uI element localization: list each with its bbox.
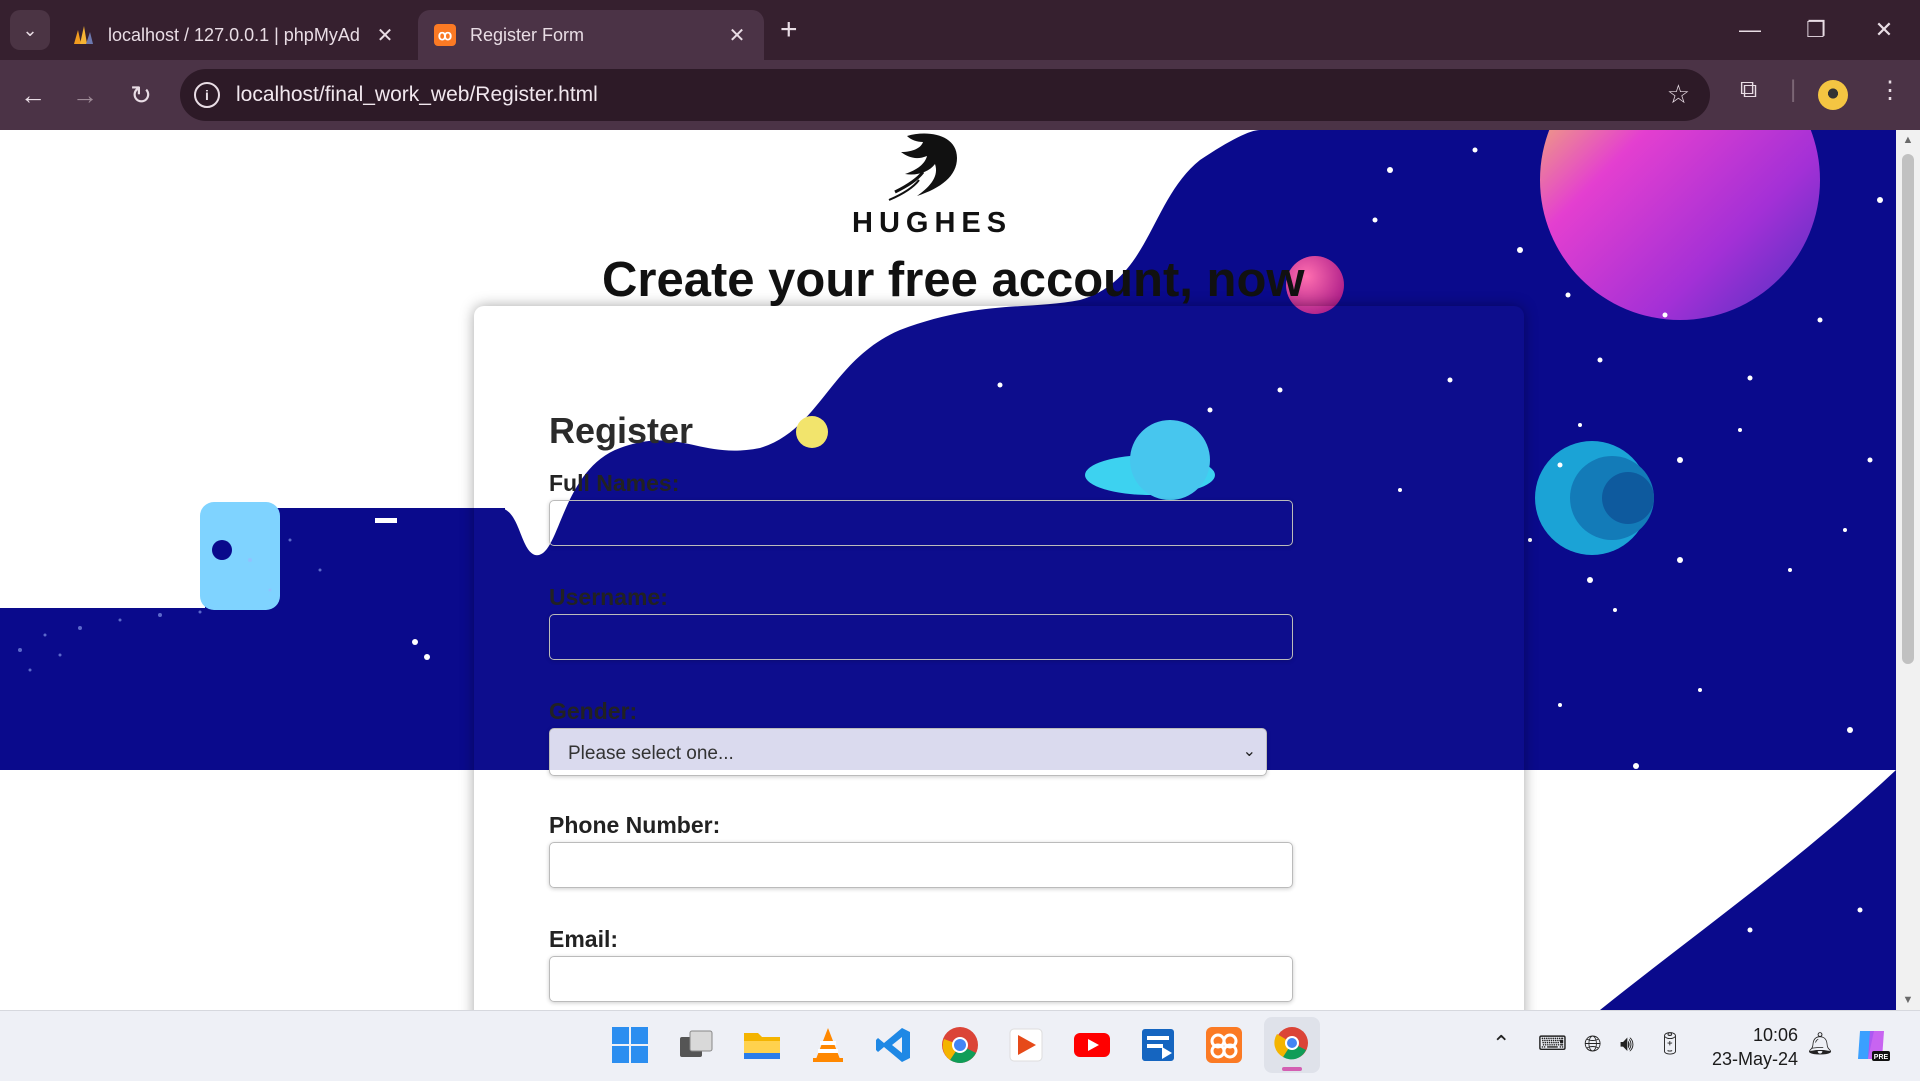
battery-charging-icon[interactable]: 🔋︎ bbox=[1656, 1031, 1684, 1057]
full-names-label: Full Names: bbox=[549, 470, 680, 496]
tab-title: Register Form bbox=[470, 24, 585, 45]
page-headline: Create your free account, now bbox=[602, 253, 1305, 307]
form-title: Register bbox=[549, 410, 694, 451]
tab-title: localhost / 127.0.0.1 | phpMyAd bbox=[108, 24, 360, 45]
minimize-button[interactable]: — bbox=[1730, 12, 1770, 48]
windows-taskbar: ⌃ ⌨ 🌐︎ 🔊︎ 🔋︎ 10:06 23-May-24 🔔︎ PRE bbox=[0, 1010, 1920, 1081]
keyboard-icon[interactable]: ⌨ bbox=[1538, 1031, 1567, 1056]
tab-register-form[interactable]: ꝏ Register Form ✕ bbox=[418, 10, 764, 60]
page-viewport: HUGHES Create your free account, now Reg… bbox=[0, 130, 1896, 1010]
chrome-profile-icon[interactable] bbox=[1264, 1017, 1320, 1073]
restore-button[interactable]: ❐ bbox=[1796, 12, 1836, 48]
xampp-icon[interactable] bbox=[1204, 1025, 1244, 1065]
volume-icon[interactable]: 🔊︎ bbox=[1620, 1031, 1634, 1057]
scroll-up-arrow-icon[interactable]: ▲ bbox=[1896, 134, 1920, 146]
show-hidden-icons-chevron-icon[interactable]: ⌃ bbox=[1492, 1031, 1510, 1057]
clock-date: 23-May-24 bbox=[1711, 1049, 1798, 1069]
youtube-icon[interactable] bbox=[1072, 1025, 1112, 1065]
new-tab-button[interactable]: + bbox=[780, 12, 798, 48]
browser-toolbar: ← → ↻ i localhost/final_work_web/Registe… bbox=[0, 60, 1920, 130]
profile-avatar[interactable] bbox=[1818, 80, 1848, 110]
chevron-down-icon: ⌄ bbox=[1242, 743, 1256, 760]
file-explorer-icon[interactable] bbox=[742, 1025, 782, 1065]
close-window-button[interactable]: ✕ bbox=[1864, 12, 1904, 48]
windows-start-icon[interactable] bbox=[610, 1025, 650, 1065]
page-scrollbar[interactable]: ▲ ▼ bbox=[1896, 130, 1920, 1010]
username-label: Username: bbox=[549, 584, 668, 610]
tab-phpmyadmin[interactable]: localhost / 127.0.0.1 | phpMyAd ✕ bbox=[56, 10, 412, 60]
full-names-input[interactable] bbox=[549, 500, 1293, 546]
close-tab-icon[interactable]: ✕ bbox=[726, 23, 748, 48]
clock-time: 10:06 bbox=[1752, 1025, 1798, 1045]
toolbar-divider: | bbox=[1790, 76, 1797, 103]
brand-logo: HUGHES bbox=[852, 130, 1013, 240]
chrome-icon[interactable] bbox=[940, 1025, 980, 1065]
extensions-icon[interactable]: ⧉ bbox=[1740, 76, 1757, 104]
back-button[interactable]: ← bbox=[14, 76, 52, 114]
email-label: Email: bbox=[549, 926, 619, 952]
register-form-card: Register Full Names: Username: Gender: P… bbox=[474, 306, 1524, 1010]
close-tab-icon[interactable]: ✕ bbox=[374, 23, 396, 48]
menu-kebab-icon[interactable]: ⋮ bbox=[1878, 76, 1902, 105]
url-text: localhost/final_work_web/Register.html bbox=[236, 83, 598, 106]
vlc-icon[interactable] bbox=[808, 1025, 848, 1065]
phone-number-input[interactable] bbox=[549, 842, 1293, 888]
vscode-icon[interactable] bbox=[874, 1025, 914, 1065]
gender-label: Gender: bbox=[549, 698, 638, 724]
email-input[interactable] bbox=[549, 956, 1293, 1002]
address-bar[interactable]: i localhost/final_work_web/Register.html… bbox=[180, 69, 1710, 121]
username-input[interactable] bbox=[549, 614, 1293, 660]
scrollbar-thumb[interactable] bbox=[1902, 154, 1914, 664]
reload-button[interactable]: ↻ bbox=[122, 76, 160, 114]
bookmark-star-icon[interactable]: ☆ bbox=[1667, 79, 1690, 110]
gender-select[interactable]: Please select one... ⌄ bbox=[549, 728, 1267, 776]
forward-button[interactable]: → bbox=[66, 76, 104, 114]
svg-text:ꝏ: ꝏ bbox=[438, 27, 452, 43]
phpmyadmin-icon bbox=[74, 26, 93, 44]
tab-search-button[interactable]: ⌄ bbox=[10, 10, 50, 50]
copilot-icon[interactable]: PRE bbox=[1852, 1025, 1892, 1065]
gender-select-value: Please select one... bbox=[568, 743, 734, 764]
network-globe-icon[interactable]: 🌐︎ bbox=[1584, 1031, 1602, 1057]
media-player-icon[interactable] bbox=[1006, 1025, 1046, 1065]
browser-tab-bar: ⌄ localhost / 127.0.0.1 | phpMyAd ✕ ꝏ Re… bbox=[0, 0, 1920, 60]
brand-name: HUGHES bbox=[852, 207, 1013, 239]
bird-logo-icon bbox=[888, 133, 957, 201]
task-view-icon[interactable] bbox=[676, 1025, 716, 1065]
xampp-icon: ꝏ bbox=[434, 24, 456, 46]
svg-text:PRE: PRE bbox=[1874, 1054, 1889, 1061]
site-info-icon[interactable]: i bbox=[194, 82, 220, 108]
phone-number-label: Phone Number: bbox=[549, 812, 721, 838]
system-clock[interactable]: 10:06 23-May-24 bbox=[1702, 1023, 1798, 1071]
notification-bell-icon[interactable]: 🔔︎ bbox=[1806, 1031, 1834, 1057]
scroll-down-arrow-icon[interactable]: ▼ bbox=[1896, 994, 1920, 1006]
remote-app-icon[interactable] bbox=[1138, 1025, 1178, 1065]
